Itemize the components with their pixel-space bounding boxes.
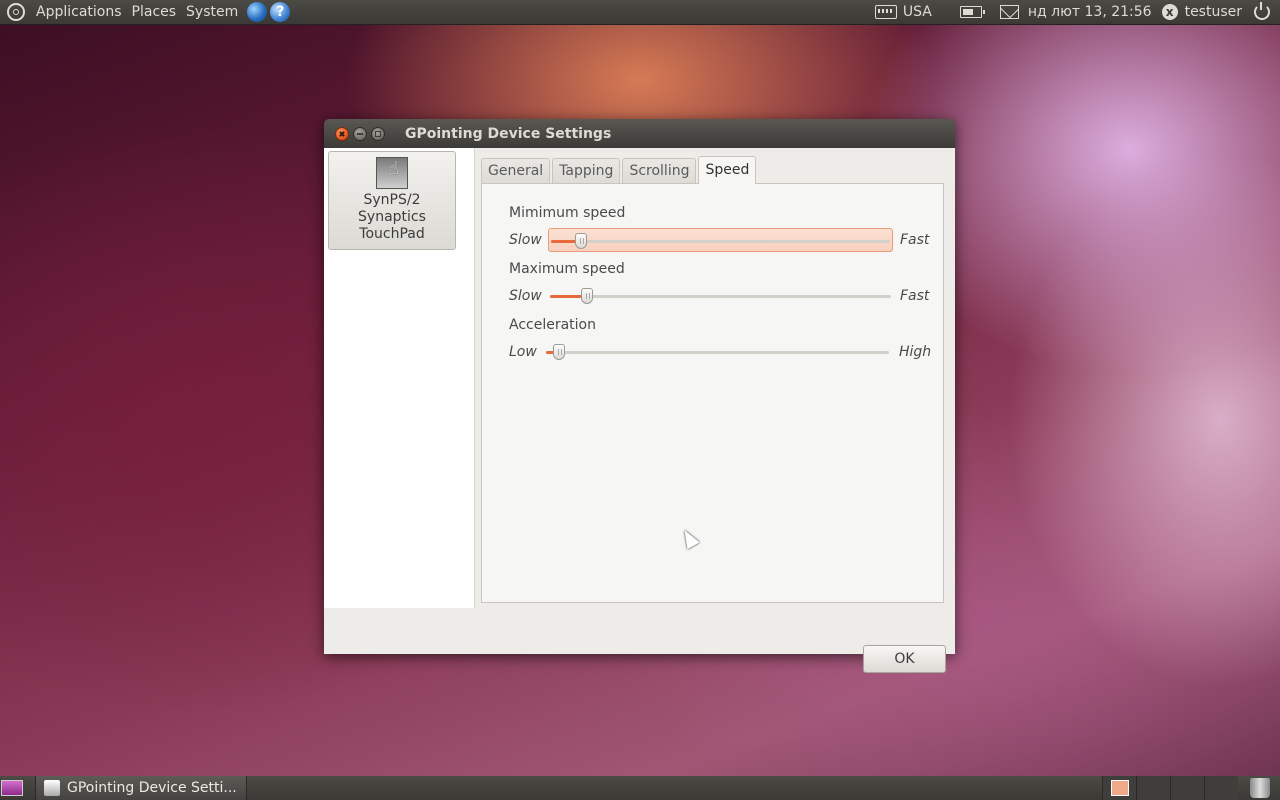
window-titlebar[interactable]: GPointing Device Settings [324, 119, 955, 148]
keyboard-icon[interactable] [874, 5, 897, 19]
max-speed-fast-label: Fast [900, 288, 930, 304]
taskbar-window-label: GPointing Device Setti... [67, 780, 237, 796]
acceleration-slider[interactable] [544, 340, 891, 364]
keyboard-layout-indicator[interactable]: USA [903, 4, 932, 20]
pointing-settings-app-icon [44, 780, 60, 796]
min-speed-label: Mimimum speed [509, 205, 626, 221]
acceleration-high-label: High [899, 344, 932, 360]
window-title: GPointing Device Settings [405, 125, 612, 142]
settings-notebook: General Tapping Scrolling Speed Mimimum … [474, 148, 953, 611]
help-icon[interactable]: ? [270, 2, 291, 22]
min-speed-slider[interactable] [548, 228, 893, 252]
workspace-3[interactable] [1170, 776, 1204, 800]
tab-tapping[interactable]: Tapping [552, 158, 621, 183]
mail-icon[interactable] [999, 5, 1019, 19]
max-speed-row: Slow Fast [509, 284, 929, 308]
workspace-2[interactable] [1136, 776, 1170, 800]
max-speed-slider-handle[interactable] [581, 288, 594, 304]
acceleration-slider-handle[interactable] [553, 344, 566, 360]
workspace-4[interactable] [1204, 776, 1238, 800]
system-menu[interactable]: System [181, 0, 243, 24]
ubuntu-logo-icon[interactable] [7, 3, 25, 21]
power-icon[interactable] [1254, 2, 1270, 20]
minimize-window-button[interactable] [353, 126, 367, 141]
max-speed-slider[interactable] [548, 284, 893, 308]
maximize-window-button[interactable] [371, 126, 385, 141]
device-name-line: SynPS/2 [363, 192, 421, 208]
device-name-line: Synaptics [358, 209, 426, 225]
tab-scrolling[interactable]: Scrolling [622, 158, 697, 183]
settings-window: GPointing Device Settings SynPS/2 Synapt… [324, 119, 955, 673]
tab-speed[interactable]: Speed [698, 156, 757, 184]
touchpad-icon [376, 157, 408, 189]
clock[interactable]: нд лют 13, 21:56 [1028, 4, 1152, 20]
device-item-touchpad[interactable]: SynPS/2 Synaptics TouchPad [328, 151, 456, 250]
device-name-line: TouchPad [359, 226, 425, 242]
workspace-switcher [1102, 776, 1238, 800]
speed-tab-panel: Mimimum speed Slow Fast Maximum speed Sl… [481, 183, 944, 603]
min-speed-fast-label: Fast [900, 232, 930, 248]
bottom-panel: GPointing Device Setti... [0, 776, 1280, 800]
trash-icon[interactable] [1250, 778, 1270, 798]
show-desktop-icon[interactable] [1, 780, 23, 796]
min-speed-row: Slow Fast [509, 228, 929, 252]
user-status-icon[interactable]: x [1161, 4, 1178, 20]
max-speed-label: Maximum speed [509, 261, 625, 277]
close-window-button[interactable] [335, 126, 349, 141]
places-menu[interactable]: Places [127, 0, 182, 24]
tab-general[interactable]: General [481, 158, 551, 183]
web-browser-icon[interactable] [247, 2, 268, 22]
window-body: SynPS/2 Synaptics TouchPad General Tappi… [324, 148, 955, 673]
tab-bar: General Tapping Scrolling Speed [481, 156, 945, 184]
device-list: SynPS/2 Synaptics TouchPad [324, 148, 475, 608]
min-speed-slow-label: Slow [509, 232, 542, 248]
max-speed-slow-label: Slow [509, 288, 542, 304]
workspace-1[interactable] [1102, 776, 1136, 800]
taskbar-window-button[interactable]: GPointing Device Setti... [35, 776, 247, 800]
battery-icon[interactable] [959, 6, 985, 18]
min-speed-slider-handle[interactable] [575, 233, 588, 249]
acceleration-row: Low High [509, 340, 932, 364]
ok-button[interactable]: OK [863, 645, 946, 673]
applications-menu[interactable]: Applications [31, 0, 127, 24]
top-panel: Applications Places System ? USA нд лют … [0, 0, 1280, 24]
acceleration-label: Acceleration [509, 317, 596, 333]
acceleration-low-label: Low [509, 344, 537, 360]
username[interactable]: testuser [1185, 4, 1242, 20]
